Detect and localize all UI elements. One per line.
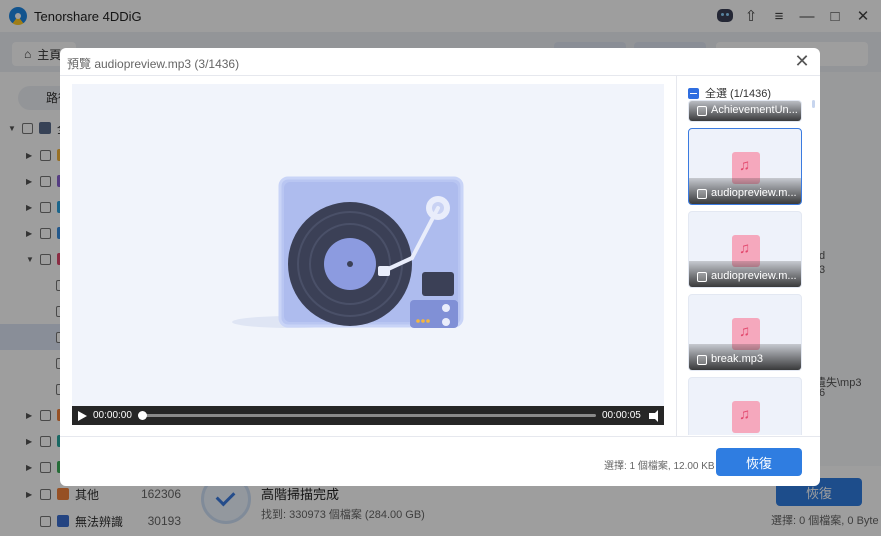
file-thumbnail-list: AchievementUn... audiopreview.m... audio… <box>688 100 804 435</box>
file-checkbox[interactable] <box>697 106 707 116</box>
file-name: audiopreview.m... <box>711 187 797 199</box>
file-thumbnail-active[interactable]: audiopreview.m... <box>688 128 802 205</box>
selection-summary: 選擇: 1 個檔案, 12.00 KB <box>604 461 715 472</box>
file-name: AchievementUn... <box>711 104 798 116</box>
select-all-label: 全選 (1/1436) <box>705 88 772 100</box>
audio-player: 00:00:00 00:00:05 <box>72 84 664 425</box>
volume-icon[interactable] <box>648 409 658 422</box>
file-thumbnail[interactable] <box>688 377 802 435</box>
footer-divider <box>60 436 820 437</box>
file-checkbox[interactable] <box>697 189 707 199</box>
file-name: break.mp3 <box>711 353 763 365</box>
file-checkbox[interactable] <box>697 355 707 365</box>
file-checkbox[interactable] <box>697 272 707 282</box>
file-thumbnail[interactable]: break.mp3 <box>688 294 802 371</box>
select-all-checkbox[interactable]: 全選 (1/1436) <box>688 85 771 101</box>
recover-button[interactable]: 恢復 <box>716 448 802 476</box>
thumbnail-scrollbar[interactable] <box>812 100 815 108</box>
file-thumbnail[interactable]: AchievementUn... <box>688 100 802 122</box>
close-icon[interactable]: ✕ <box>792 52 812 72</box>
current-time: 00:00:00 <box>93 410 132 421</box>
player-controls: 00:00:00 00:00:05 <box>72 406 664 425</box>
file-thumbnail[interactable]: audiopreview.m... <box>688 211 802 288</box>
thumbnail-caption: break.mp3 <box>689 344 801 370</box>
music-file-icon <box>732 401 760 433</box>
dialog-divider <box>60 75 820 76</box>
partial-check-icon[interactable] <box>688 87 699 99</box>
thumbnail-caption: audiopreview.m... <box>689 261 801 287</box>
preview-dialog: 預覽 audiopreview.mp3 (3/1436) ✕ 00:00:00 … <box>60 48 820 486</box>
thumbnail-caption: audiopreview.m... <box>689 178 801 204</box>
dialog-title: 預覽 audiopreview.mp3 (3/1436) <box>67 57 240 71</box>
turntable-illustration <box>232 176 464 328</box>
seek-slider[interactable] <box>137 411 596 420</box>
thumbnail-caption: AchievementUn... <box>689 101 801 121</box>
duration-time: 00:00:05 <box>601 410 641 421</box>
sidebar-divider <box>676 76 677 436</box>
play-icon[interactable] <box>78 410 87 421</box>
seek-handle[interactable] <box>137 411 147 420</box>
file-name: audiopreview.m... <box>711 270 797 282</box>
